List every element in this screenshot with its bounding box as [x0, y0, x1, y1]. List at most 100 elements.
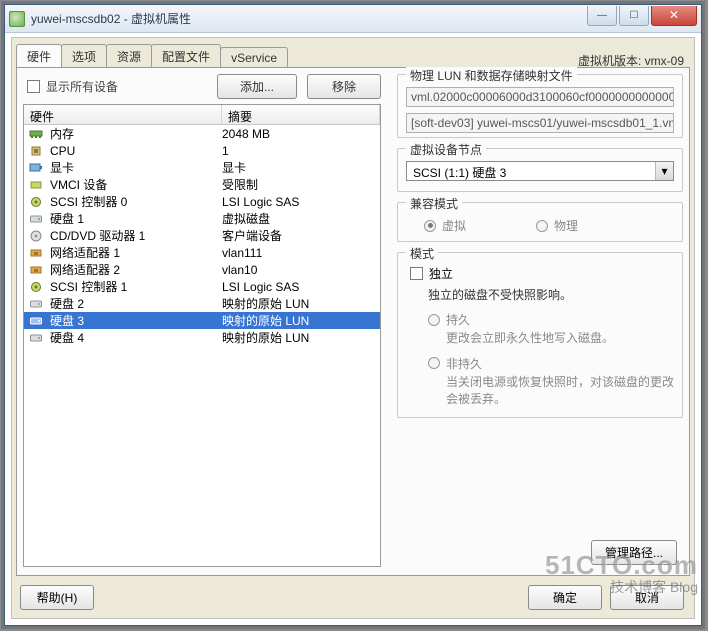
- independent-desc: 独立的磁盘不受快照影响。: [428, 286, 674, 303]
- hardware-row[interactable]: 内存2048 MB: [24, 125, 380, 142]
- hardware-name: 显卡: [50, 159, 222, 176]
- hardware-row[interactable]: 网络适配器 2vlan10: [24, 261, 380, 278]
- add-device-button[interactable]: 添加...: [217, 74, 297, 99]
- col-summary[interactable]: 摘要: [222, 105, 380, 124]
- compat-mode-group: 兼容模式 虚拟 物理: [397, 202, 683, 242]
- hardware-row[interactable]: 显卡显卡: [24, 159, 380, 176]
- scsi-icon: [28, 280, 44, 294]
- hardware-row[interactable]: CD/DVD 驱动器 1客户端设备: [24, 227, 380, 244]
- compat-physical-radio: 物理: [536, 217, 578, 234]
- hardware-name: 硬盘 2: [50, 295, 222, 312]
- col-hardware[interactable]: 硬件: [24, 105, 222, 124]
- hardware-name: 内存: [50, 125, 222, 142]
- tab-hardware[interactable]: 硬件: [16, 44, 62, 69]
- disk-icon: [28, 212, 44, 226]
- hardware-summary: 映射的原始 LUN: [222, 329, 380, 346]
- hardware-name: SCSI 控制器 1: [50, 278, 222, 295]
- hardware-list-header: 硬件 摘要: [24, 105, 380, 125]
- persistent-radio: 持久: [428, 311, 674, 328]
- tab-profiles[interactable]: 配置文件: [151, 44, 221, 68]
- tab-page-hardware: 显示所有设备 添加... 移除 硬件 摘要 内存2048 MBCPU1显卡显卡V…: [16, 67, 690, 576]
- hardware-summary: vlan10: [222, 263, 380, 277]
- hardware-row[interactable]: 硬盘 3映射的原始 LUN: [24, 312, 380, 329]
- hardware-row[interactable]: VMCI 设备受限制: [24, 176, 380, 193]
- hardware-name: 硬盘 1: [50, 210, 222, 227]
- hardware-name: CD/DVD 驱动器 1: [50, 227, 222, 244]
- hardware-row[interactable]: 网络适配器 1vlan111: [24, 244, 380, 261]
- hardware-name: SCSI 控制器 0: [50, 193, 222, 210]
- hardware-row[interactable]: 硬盘 2映射的原始 LUN: [24, 295, 380, 312]
- titlebar[interactable]: yuwei-mscsdb02 - 虚拟机属性 — ☐ ✕: [5, 5, 701, 33]
- radio-icon: [428, 314, 440, 326]
- nic-icon: [28, 246, 44, 260]
- hardware-summary: 映射的原始 LUN: [222, 295, 380, 312]
- disk-icon: [28, 331, 44, 345]
- show-all-devices-checkbox[interactable]: 显示所有设备: [27, 78, 118, 95]
- tabstrip: 硬件 选项 资源 配置文件 vService: [16, 46, 287, 68]
- hardware-summary: vlan111: [222, 246, 380, 260]
- lun-mapping-group: 物理 LUN 和数据存储映射文件 vml.02000c00006000d3100…: [397, 74, 683, 138]
- hardware-list: 硬件 摘要 内存2048 MBCPU1显卡显卡VMCI 设备受限制SCSI 控制…: [23, 104, 381, 567]
- hardware-summary: 显卡: [222, 159, 380, 176]
- hardware-row[interactable]: 硬盘 4映射的原始 LUN: [24, 329, 380, 346]
- checkbox-icon: [27, 80, 40, 93]
- hardware-name: CPU: [50, 144, 222, 158]
- hardware-name: VMCI 设备: [50, 176, 222, 193]
- nonpersistent-desc: 当关闭电源或恢复快照时，对该磁盘的更改会被丢弃。: [446, 374, 674, 408]
- scsi-icon: [28, 195, 44, 209]
- hardware-summary: 客户端设备: [222, 227, 380, 244]
- manage-paths-button[interactable]: 管理路径...: [591, 540, 677, 565]
- tab-vservice[interactable]: vService: [220, 47, 288, 68]
- lun-legend: 物理 LUN 和数据存储映射文件: [406, 67, 577, 84]
- nonpersistent-radio: 非持久: [428, 355, 674, 372]
- hardware-row[interactable]: SCSI 控制器 1LSI Logic SAS: [24, 278, 380, 295]
- hardware-row[interactable]: 硬盘 1虚拟磁盘: [24, 210, 380, 227]
- tab-options[interactable]: 选项: [61, 44, 107, 68]
- radio-icon: [428, 357, 440, 369]
- mem-icon: [28, 127, 44, 141]
- compat-virtual-radio: 虚拟: [424, 217, 466, 234]
- tab-resources[interactable]: 资源: [106, 44, 152, 68]
- checkbox-icon: [410, 267, 423, 280]
- vid-icon: [28, 161, 44, 175]
- device-node-select[interactable]: SCSI (1:1) 硬盘 3 ▾: [406, 161, 674, 181]
- maximize-button[interactable]: ☐: [619, 6, 649, 26]
- dialog-button-row: 帮助(H) 确定 取消: [16, 582, 690, 612]
- cd-icon: [28, 229, 44, 243]
- hardware-summary: 虚拟磁盘: [222, 210, 380, 227]
- help-button[interactable]: 帮助(H): [20, 585, 94, 610]
- minimize-button[interactable]: —: [587, 6, 617, 26]
- cancel-button[interactable]: 取消: [610, 585, 684, 610]
- vmci-icon: [28, 178, 44, 192]
- close-button[interactable]: ✕: [651, 6, 697, 26]
- nic-icon: [28, 263, 44, 277]
- radio-icon: [424, 220, 436, 232]
- hardware-name: 硬盘 3: [50, 312, 222, 329]
- cpu-icon: [28, 144, 44, 158]
- hardware-name: 网络适配器 2: [50, 261, 222, 278]
- disk-icon: [28, 314, 44, 328]
- node-legend: 虚拟设备节点: [406, 141, 486, 158]
- lun-path-field: [soft-dev03] yuwei-mscs01/yuwei-mscsdb01…: [406, 113, 674, 133]
- hardware-summary: LSI Logic SAS: [222, 195, 380, 209]
- hardware-summary: 受限制: [222, 176, 380, 193]
- client-area: 虚拟机版本: vmx-09 硬件 选项 资源 配置文件 vService 显示所…: [11, 37, 695, 619]
- hardware-row[interactable]: CPU1: [24, 142, 380, 159]
- ok-button[interactable]: 确定: [528, 585, 602, 610]
- hardware-summary: LSI Logic SAS: [222, 280, 380, 294]
- remove-device-button[interactable]: 移除: [307, 74, 381, 99]
- hardware-row[interactable]: SCSI 控制器 0LSI Logic SAS: [24, 193, 380, 210]
- virtual-device-node-group: 虚拟设备节点 SCSI (1:1) 硬盘 3 ▾: [397, 148, 683, 192]
- mode-legend: 模式: [406, 245, 438, 262]
- mode-group: 模式 独立 独立的磁盘不受快照影响。 持久 更改会立即永久性地写入磁盘。 非持久: [397, 252, 683, 418]
- disk-icon: [28, 297, 44, 311]
- window-title: yuwei-mscsdb02 - 虚拟机属性: [31, 10, 587, 27]
- hardware-summary: 1: [222, 144, 380, 158]
- independent-checkbox[interactable]: 独立: [410, 265, 674, 282]
- persistent-desc: 更改会立即永久性地写入磁盘。: [446, 330, 674, 347]
- hardware-summary: 映射的原始 LUN: [222, 312, 380, 329]
- show-all-label: 显示所有设备: [46, 78, 118, 95]
- compat-legend: 兼容模式: [406, 195, 462, 212]
- hardware-summary: 2048 MB: [222, 127, 380, 141]
- device-node-value: SCSI (1:1) 硬盘 3: [407, 162, 655, 180]
